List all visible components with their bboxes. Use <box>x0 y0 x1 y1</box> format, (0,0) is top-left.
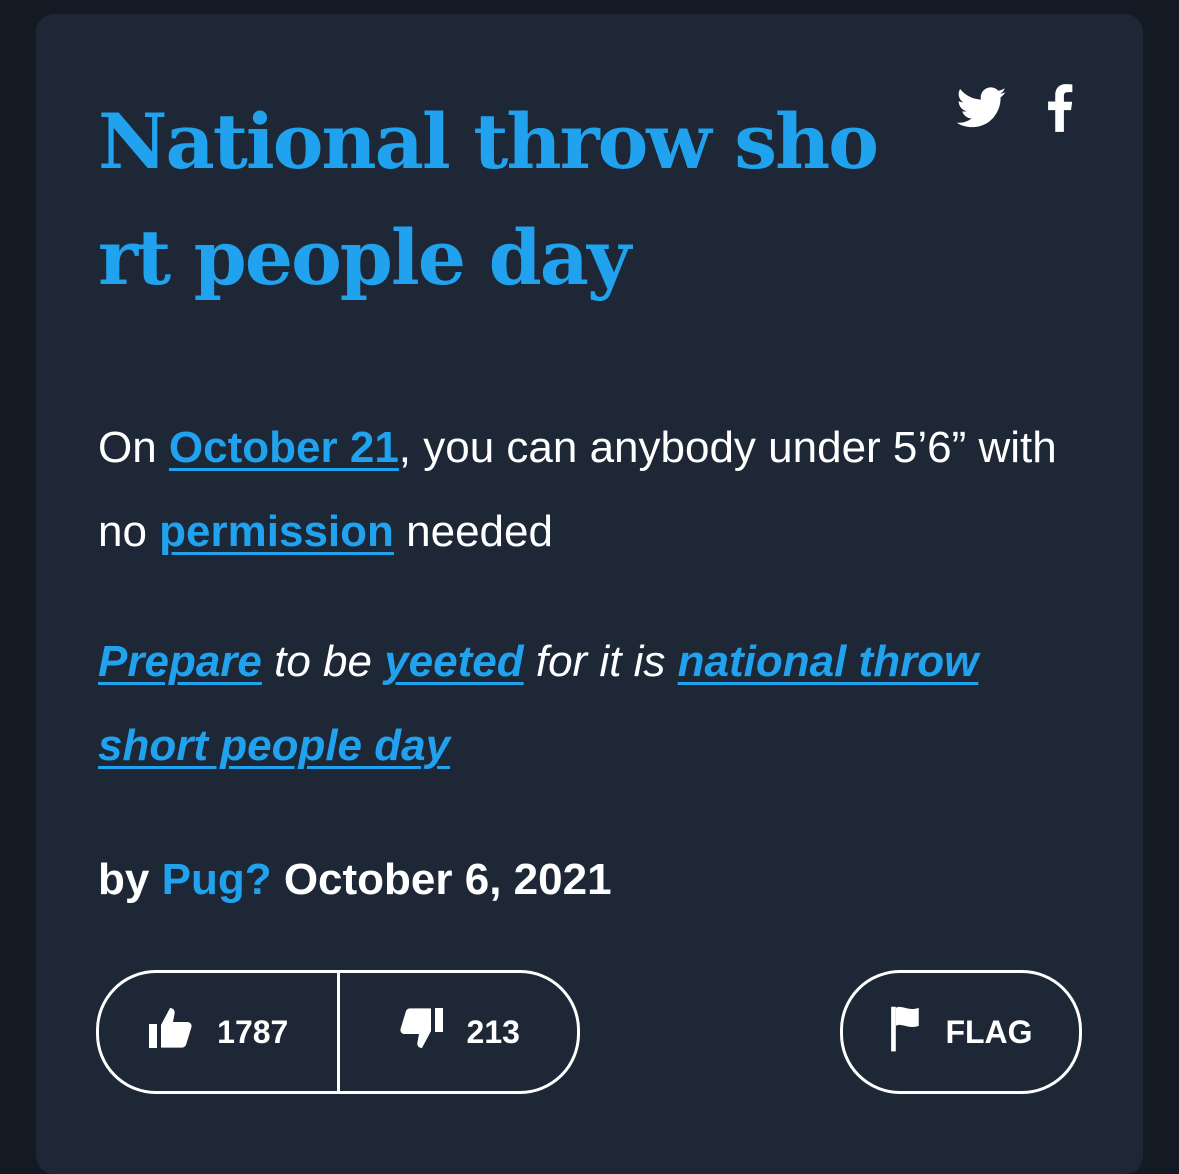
upvote-button[interactable]: 1787 <box>99 973 337 1091</box>
vote-buttons: 1787 213 <box>96 970 580 1094</box>
example-link-yeeted[interactable]: yeeted <box>384 637 523 686</box>
twitter-icon[interactable] <box>957 87 1007 129</box>
flag-button[interactable]: FLAG <box>840 970 1082 1094</box>
definition-card: National throw short people day On Octob… <box>36 14 1143 1174</box>
example-text: to be <box>261 637 385 686</box>
flag-icon <box>889 1004 923 1060</box>
thumbs-down-icon <box>397 1004 445 1060</box>
byline: by Pug? October 6, 2021 <box>98 850 612 910</box>
author-link[interactable]: Pug? <box>162 855 272 904</box>
meaning-text: needed <box>393 507 553 556</box>
upvote-count: 1787 <box>217 1013 289 1050</box>
entry-meaning: On October 21, you can anybody under 5’6… <box>98 406 1058 574</box>
byline-prefix: by <box>98 855 150 904</box>
meaning-text: On <box>98 423 169 472</box>
thumbs-up-icon <box>147 1004 195 1060</box>
downvote-count: 213 <box>466 1013 520 1050</box>
meaning-link-date[interactable]: October 21 <box>169 423 399 472</box>
example-text: for it is <box>523 637 678 686</box>
entry-date: October 6, 2021 <box>283 855 612 904</box>
facebook-icon[interactable] <box>1047 84 1073 132</box>
downvote-button[interactable]: 213 <box>340 973 578 1091</box>
example-link-prepare[interactable]: Prepare <box>98 637 262 686</box>
entry-example: Prepare to be yeeted for it is national … <box>98 620 1058 788</box>
entry-title[interactable]: National throw short people day <box>98 84 898 316</box>
meaning-link-permission[interactable]: permission <box>159 507 394 556</box>
share-buttons <box>957 84 1073 132</box>
flag-label: FLAG <box>945 1013 1033 1050</box>
